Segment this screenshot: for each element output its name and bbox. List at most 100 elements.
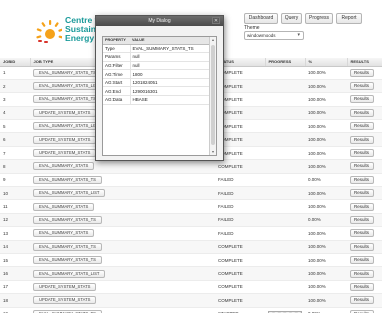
job-type-button[interactable]: EVAL_SUMMARY_STATS: [33, 229, 95, 238]
job-progress: [265, 106, 305, 121]
chevron-down-icon: ▾: [297, 32, 300, 38]
col-jobid[interactable]: JOBID: [0, 58, 31, 67]
job-id: 1: [0, 66, 30, 80]
table-row: 18 UPDATE_SYSTEM_STATS COMPLETE 100.00% Resu…: [0, 293, 382, 308]
property-row[interactable]: AG:End 1290016301: [103, 86, 210, 97]
scroll-up-icon[interactable]: ▴: [210, 37, 216, 43]
results-button[interactable]: Results: [350, 162, 374, 171]
col-value[interactable]: VALUE: [130, 37, 210, 45]
col-progress[interactable]: PROGRESS: [265, 58, 306, 67]
job-status: COMPLETE: [215, 253, 265, 268]
results-button[interactable]: Results: [350, 202, 374, 211]
results-button[interactable]: Results: [350, 95, 374, 104]
job-type-button[interactable]: EVAL_SUMMARY_STATS_TS: [33, 215, 102, 224]
results-button[interactable]: Results: [350, 175, 374, 184]
job-type-button[interactable]: EVAL_SUMMARY_STATS_LIST: [33, 269, 106, 278]
job-type-button[interactable]: EVAL_SUMMARY_STATS_TS: [33, 68, 102, 77]
results-button[interactable]: Results: [350, 68, 374, 77]
job-results-cell: Results: [347, 92, 382, 107]
report-button[interactable]: Report: [336, 13, 362, 24]
property-key: AG:Start: [103, 78, 131, 88]
results-button[interactable]: Results: [350, 296, 374, 305]
job-status: COMPLETE: [215, 293, 265, 308]
job-progress: [265, 186, 305, 201]
property-row[interactable]: Params null: [103, 52, 210, 62]
property-row[interactable]: AG:Time 1800: [103, 69, 210, 79]
table-row: 8 EVAL_SUMMARY_STATS COMPLETE 100.00% Result…: [0, 159, 382, 174]
dialog-title: My Dialog: [148, 18, 171, 24]
job-type-button[interactable]: UPDATE_SYSTEM_STATS: [33, 135, 97, 144]
col-results[interactable]: RESULTS: [347, 58, 382, 67]
job-id: 15: [0, 253, 30, 268]
job-type-button[interactable]: UPDATE_SYSTEM_STATS: [33, 282, 97, 291]
job-results-cell: Results: [347, 240, 382, 254]
scroll-down-icon[interactable]: ▾: [210, 149, 216, 155]
results-button[interactable]: Results: [350, 242, 374, 251]
job-percent: 100.00%: [305, 92, 347, 107]
job-status: FAILED: [215, 213, 265, 228]
property-key: Params: [103, 52, 131, 62]
property-row[interactable]: AG:Filter null: [103, 61, 210, 71]
table-row: 15 EVAL_SUMMARY_STATS_TS COMPLETE 100.00% Re…: [0, 253, 382, 268]
job-type-button[interactable]: EVAL_SUMMARY_STATS_TS: [33, 95, 102, 104]
progress-button[interactable]: Progress: [305, 13, 333, 24]
table-row: 19EVAL_SUMMARY_STATS_TSSTARTED 0.00%Resul…: [0, 307, 382, 313]
results-button[interactable]: Results: [350, 215, 374, 224]
job-progress: [265, 159, 305, 174]
property-row[interactable]: Type EVAL_SUMMARY_STATS_TS: [103, 44, 210, 54]
job-id: 10: [0, 186, 30, 201]
job-type-button[interactable]: EVAL_SUMMARY_STATS_TS: [33, 175, 102, 184]
property-row[interactable]: AG:Start 1201824051: [103, 78, 210, 88]
job-progress: [265, 66, 305, 80]
job-id: 12: [0, 213, 30, 228]
job-results-cell: Results: [347, 146, 382, 161]
query-button[interactable]: Query: [281, 13, 302, 24]
properties-header-row: PROPERTY VALUE: [103, 37, 210, 45]
job-results-cell: Results: [347, 119, 382, 134]
job-type-button[interactable]: EVAL_SUMMARY_STATS_TS: [33, 256, 102, 265]
job-type-cell: EVAL_SUMMARY_STATS_TS: [30, 173, 215, 188]
scrollbar-thumb[interactable]: [211, 45, 215, 145]
results-button[interactable]: Results: [350, 149, 374, 158]
results-button[interactable]: Results: [350, 122, 374, 131]
job-type-cell: EVAL_SUMMARY_STATS: [30, 159, 215, 174]
job-type-button[interactable]: EVAL_SUMMARY_STATS: [33, 202, 95, 211]
results-button[interactable]: Results: [350, 82, 374, 91]
col-property[interactable]: PROPERTY: [103, 37, 130, 45]
job-percent: 100.00%: [305, 79, 347, 94]
job-progress: [265, 132, 305, 147]
job-progress: [265, 119, 305, 134]
job-type-button[interactable]: UPDATE_SYSTEM_STATS: [33, 108, 97, 117]
results-button[interactable]: Results: [350, 108, 374, 117]
table-row: 11 EVAL_SUMMARY_STATS FAILED 100.00% Results: [0, 199, 382, 214]
results-button[interactable]: Results: [350, 189, 374, 198]
job-percent: 100.00%: [305, 226, 347, 241]
results-button[interactable]: Results: [350, 282, 374, 291]
job-percent: 100.00%: [305, 119, 347, 134]
col-percent[interactable]: %: [305, 58, 348, 67]
results-button[interactable]: Results: [350, 269, 374, 278]
job-percent: 100.00%: [305, 66, 347, 80]
job-results-cell: Results: [347, 226, 382, 241]
job-type-button[interactable]: UPDATE_SYSTEM_STATS: [33, 296, 97, 305]
job-percent: 100.00%: [305, 146, 347, 161]
job-type-button[interactable]: EVAL_SUMMARY_STATS: [33, 162, 95, 171]
job-type-button[interactable]: EVAL_SUMMARY_STATS_TS: [33, 242, 102, 251]
table-row: 14 EVAL_SUMMARY_STATS_TS COMPLETE 100.00% Re…: [0, 240, 382, 254]
job-results-cell: Results: [347, 307, 382, 313]
property-row[interactable]: AG:Data HBASE: [103, 95, 210, 105]
theme-select[interactable]: windowmoods ▾: [244, 31, 304, 40]
close-icon[interactable]: ✕: [212, 17, 220, 24]
results-button[interactable]: Results: [350, 135, 374, 144]
property-value: 1201824051: [130, 78, 210, 88]
job-status: COMPLETE: [215, 240, 265, 254]
job-progress: [265, 240, 305, 254]
dashboard-button[interactable]: Dashboard: [244, 13, 278, 24]
dialog-scrollbar[interactable]: ▴ ▾: [209, 37, 216, 155]
results-button[interactable]: Results: [350, 229, 374, 238]
property-value: null: [130, 61, 210, 71]
job-type-button[interactable]: UPDATE_SYSTEM_STATS: [33, 149, 97, 158]
results-button[interactable]: Results: [350, 256, 374, 265]
job-percent: 100.00%: [305, 253, 347, 268]
job-type-button[interactable]: EVAL_SUMMARY_STATS_LIST: [33, 189, 106, 198]
